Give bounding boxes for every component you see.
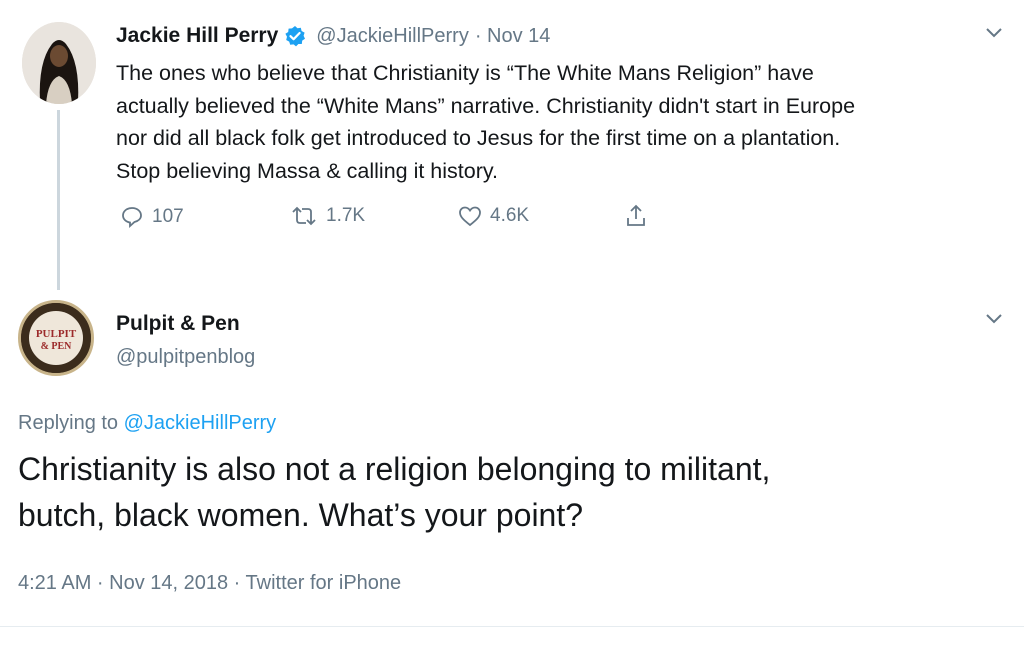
share-button[interactable] <box>624 203 656 229</box>
chevron-down-icon[interactable] <box>984 26 1004 45</box>
author-handle[interactable]: @JackieHillPerry <box>316 25 469 48</box>
author-name[interactable]: Jackie Hill Perry <box>116 24 278 48</box>
reply-timestamp[interactable]: 4:21 AM · Nov 14, 2018 · Twitter for iPh… <box>18 572 401 595</box>
tweet-text: The ones who believe that Christianity i… <box>116 57 1016 187</box>
tweet-text-line: actually believed the “White Mans” narra… <box>116 93 856 118</box>
logo-text-bottom: & PEN <box>41 341 73 352</box>
avatar-photo <box>22 22 96 104</box>
divider <box>0 626 1024 627</box>
tweet-text-line: nor did all black folk get introduced to… <box>116 126 841 150</box>
reply-text: Christianity is also not a religion belo… <box>18 446 1008 538</box>
share-icon <box>627 204 645 226</box>
replying-to: Replying to @JackieHillPerry <box>18 412 276 435</box>
like-icon <box>459 206 481 227</box>
reply-author-handle[interactable]: @pulpitpenblog <box>116 346 255 369</box>
retweet-count: 1.7K <box>326 205 366 226</box>
reply-text-line: butch, black women. What’s your point? <box>18 497 584 533</box>
reply-icon <box>122 207 142 229</box>
verified-badge-icon <box>284 25 306 47</box>
reply-text-line: Christianity is also not a religion belo… <box>18 451 771 487</box>
reply-author-name[interactable]: Pulpit & Pen <box>116 312 240 336</box>
tweet-text-line: Stop believing Massa & calling it histor… <box>116 158 499 183</box>
retweet-button[interactable]: 1.7K <box>290 205 365 227</box>
like-count: 4.6K <box>490 205 530 226</box>
replying-to-handle[interactable]: @JackieHillPerry <box>124 412 277 434</box>
tweet-header: Jackie Hill Perry @JackieHillPerry · Nov… <box>116 24 550 48</box>
thread-line <box>57 110 60 290</box>
logo-text-top: PULPIT <box>36 328 77 340</box>
reply-button[interactable]: 107 <box>120 205 184 229</box>
chevron-down-icon[interactable] <box>984 312 1004 331</box>
author-avatar[interactable] <box>22 22 96 104</box>
tweet-text-line: The ones who believe that Christianity i… <box>116 61 814 85</box>
pulpit-and-pen-logo: PULPIT & PEN <box>21 303 91 373</box>
retweet-icon <box>292 206 316 226</box>
reply-count: 107 <box>152 206 184 227</box>
reply-author-avatar[interactable]: PULPIT & PEN <box>18 300 94 376</box>
like-button[interactable]: 4.6K <box>458 205 529 227</box>
replying-to-label: Replying to <box>18 412 119 434</box>
tweet-date[interactable]: · Nov 14 <box>475 25 551 48</box>
